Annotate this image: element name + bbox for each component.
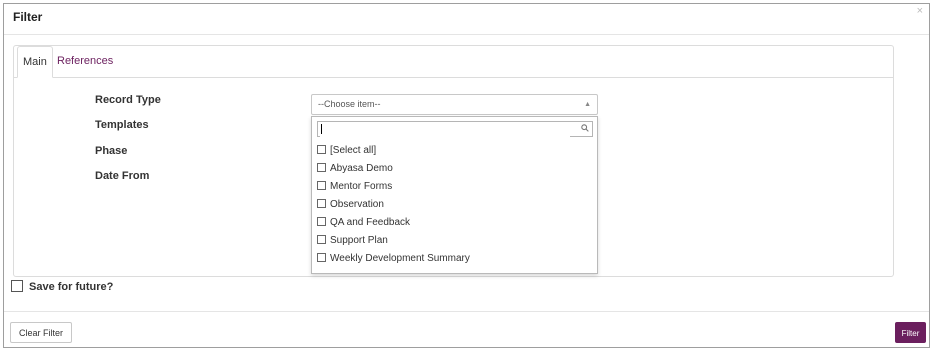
checkbox-icon[interactable] <box>317 198 326 208</box>
record-type-dropdown: [Select all] Abyasa Demo Mentor Forms Ob… <box>311 116 598 274</box>
close-icon[interactable]: × <box>917 5 923 17</box>
save-checkbox[interactable] <box>11 280 23 293</box>
checkbox-icon[interactable] <box>317 144 326 154</box>
option-label: Mentor Forms <box>330 181 393 192</box>
option-label: [Select all] <box>330 145 377 156</box>
save-for-future-label: Save for future? <box>29 281 114 293</box>
checkbox-icon[interactable] <box>317 162 326 172</box>
filter-dialog: Filter × Main References Record Type Tem… <box>3 3 930 348</box>
option-weekly-development-summary[interactable]: Weekly Development Summary <box>317 250 587 268</box>
filter-button[interactable]: Filter <box>895 322 926 343</box>
option-label: Weekly Development Summary <box>330 253 470 264</box>
checkbox-icon[interactable] <box>317 252 326 262</box>
option-label: Abyasa Demo <box>330 163 393 174</box>
record-type-select[interactable]: --Choose item-- ▲ <box>311 94 598 115</box>
dialog-title: Filter <box>13 10 43 24</box>
text-cursor <box>321 124 322 134</box>
templates-label: Templates <box>95 119 149 131</box>
footer-divider <box>4 311 929 312</box>
dropdown-list: [Select all] Abyasa Demo Mentor Forms Ob… <box>317 142 587 268</box>
checkbox-icon[interactable] <box>317 216 326 226</box>
save-for-future-row[interactable]: Save for future? <box>11 280 114 293</box>
option-mentor-forms[interactable]: Mentor Forms <box>317 178 587 196</box>
dropdown-search-input[interactable] <box>320 125 570 139</box>
option-label: QA and Feedback <box>330 217 411 228</box>
option-select-all[interactable]: [Select all] <box>317 142 587 160</box>
tab-main[interactable]: Main <box>17 46 53 78</box>
caret-up-icon: ▲ <box>584 101 591 108</box>
option-qa-and-feedback[interactable]: QA and Feedback <box>317 214 587 232</box>
checkbox-icon[interactable] <box>317 180 326 190</box>
record-type-label: Record Type <box>95 94 161 106</box>
phase-label: Phase <box>95 145 128 157</box>
tab-bar: Main References <box>14 46 893 78</box>
checkbox-icon[interactable] <box>317 234 326 244</box>
search-icon[interactable] <box>581 122 589 132</box>
tab-panel: Main References Record Type Templates Ph… <box>13 45 894 277</box>
option-abyasa-demo[interactable]: Abyasa Demo <box>317 160 587 178</box>
date-from-label: Date From <box>95 170 150 182</box>
select-value: --Choose item-- <box>318 99 381 109</box>
tab-references[interactable]: References <box>52 46 118 77</box>
option-observation[interactable]: Observation <box>317 196 587 214</box>
option-label: Observation <box>330 199 384 210</box>
dialog-titlebar: Filter × <box>4 4 929 35</box>
clear-filter-button[interactable]: Clear Filter <box>10 322 72 343</box>
option-label: Support Plan <box>330 235 388 246</box>
dropdown-search-field[interactable] <box>317 121 593 139</box>
option-support-plan[interactable]: Support Plan <box>317 232 587 250</box>
